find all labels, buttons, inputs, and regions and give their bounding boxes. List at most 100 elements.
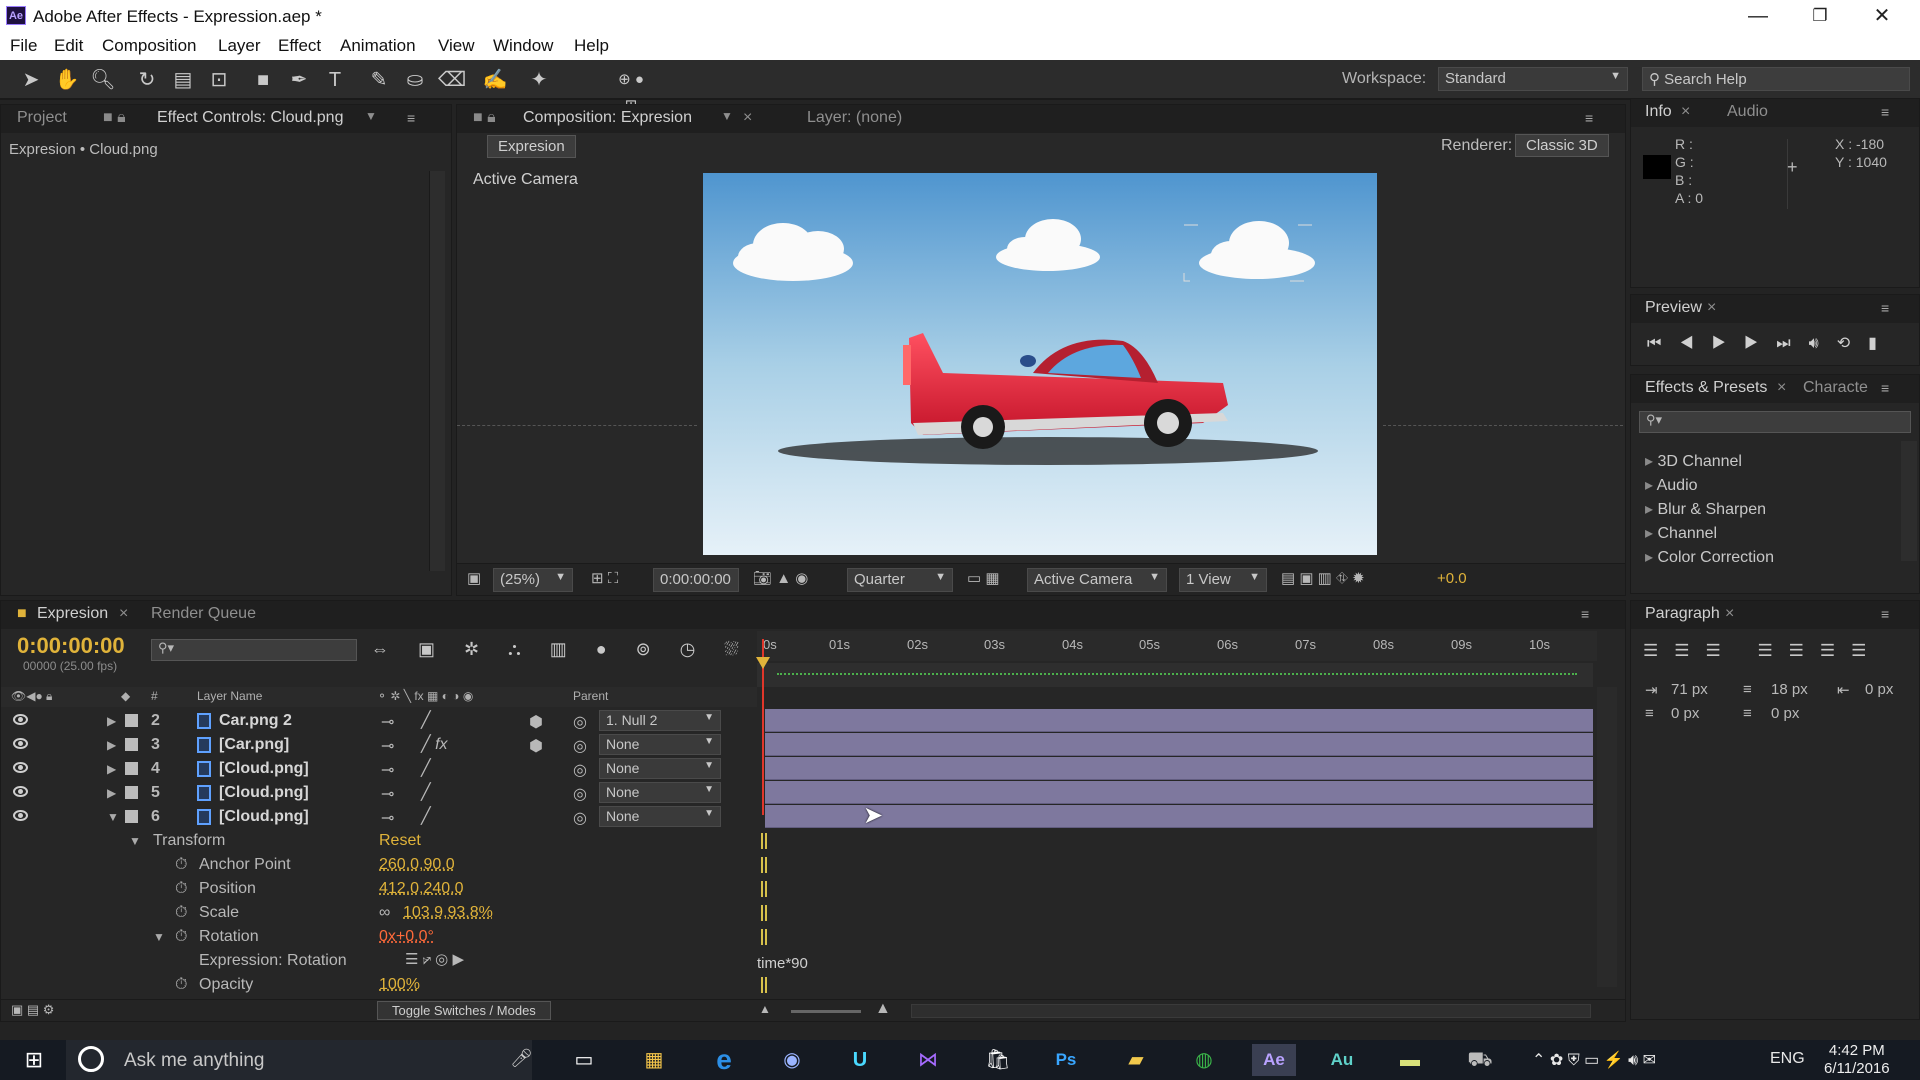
current-time-field[interactable]: 0:00:00:00 — [653, 568, 739, 592]
rotation-tool-icon[interactable]: ↻ — [134, 67, 160, 93]
keyframe-marker[interactable] — [761, 833, 767, 849]
shy-switch-icon[interactable]: ⊸ — [381, 736, 394, 756]
pen-tool-icon[interactable]: ✒ — [286, 67, 312, 93]
minimize-button[interactable]: — — [1728, 2, 1788, 30]
property-value[interactable]: 103.9,93.8% — [403, 904, 493, 922]
edge-browser-icon[interactable]: e — [706, 1044, 742, 1076]
label-color-swatch[interactable] — [125, 714, 138, 727]
exposure-value[interactable]: +0.0 — [1437, 570, 1467, 587]
parent-select[interactable]: 1. Null 2 ▼ — [599, 710, 721, 731]
unreal-engine-icon[interactable]: U — [842, 1044, 878, 1076]
language-indicator[interactable]: ENG — [1770, 1050, 1805, 1068]
toggle-switches-modes-button[interactable]: Toggle Switches / Modes — [377, 1001, 551, 1020]
tab-info[interactable]: Info — [1645, 103, 1672, 121]
layer-duration-bar[interactable] — [765, 757, 1593, 780]
zoom-in-icon[interactable]: ▲ — [875, 1000, 891, 1018]
eye-icon[interactable] — [13, 738, 28, 749]
tab-layer[interactable]: Layer: (none) — [807, 109, 902, 127]
audition-icon[interactable]: Au — [1324, 1044, 1360, 1076]
loop-icon[interactable]: ⟲ — [1837, 335, 1868, 352]
tab-effect-controls[interactable]: Effect Controls: Cloud.png — [157, 109, 343, 127]
eye-icon[interactable] — [13, 786, 28, 797]
visual-studio-icon[interactable]: ⋈ — [910, 1044, 946, 1076]
close-tab-icon[interactable]: × — [1681, 103, 1690, 121]
keyframe-marker[interactable] — [761, 881, 767, 897]
property-row[interactable]: ⏱ Position 412.0,240.0 — [1, 877, 759, 901]
lock-icon[interactable]: ■ 🔒︎ — [473, 109, 496, 127]
property-row[interactable]: ⏱ Anchor Point 260.0,90.0 — [1, 853, 759, 877]
parent-select[interactable]: None ▼ — [599, 806, 721, 827]
region-icon[interactable]: ▣ — [467, 569, 481, 587]
zoom-slider[interactable] — [791, 1010, 861, 1013]
layer-search-input[interactable]: ⚲▾ — [151, 639, 357, 661]
layer-name[interactable]: Car.png 2 — [219, 712, 292, 730]
horizontal-scrollbar[interactable] — [911, 1004, 1591, 1018]
composition-viewer[interactable] — [703, 173, 1377, 555]
calendar-app-icon[interactable]: ▦ — [636, 1044, 672, 1076]
selection-tool-icon[interactable]: ➤ — [18, 67, 44, 93]
menu-file[interactable]: File — [10, 36, 37, 56]
stopwatch-icon[interactable]: ⏱ — [175, 976, 187, 994]
tab-render-queue[interactable]: Render Queue — [151, 605, 256, 623]
keyframe-marker[interactable] — [761, 857, 767, 873]
eye-icon[interactable] — [13, 762, 28, 773]
footer-icons[interactable]: ▣ ▤ ⚙ — [11, 1002, 54, 1018]
photoshop-icon[interactable]: Ps — [1048, 1044, 1084, 1076]
chrome-icon[interactable]: ◍ — [1186, 1044, 1222, 1076]
layer-duration-bar[interactable] — [765, 709, 1593, 732]
chevron-down-icon[interactable]: ▼ — [365, 109, 377, 123]
3d-layer-icon[interactable]: ⬢ — [529, 712, 543, 732]
layer-name[interactable]: [Car.png] — [219, 736, 289, 754]
roto-brush-tool-icon[interactable]: ✍ — [482, 67, 508, 93]
3d-layer-icon[interactable]: ⬢ — [529, 736, 543, 756]
layer-duration-bar[interactable] — [765, 733, 1593, 756]
space-before-value[interactable]: 0 px — [1671, 705, 1699, 722]
effect-category[interactable]: Blur & Sharpen — [1645, 499, 1766, 519]
pickwhip-icon[interactable]: ◎ — [573, 808, 587, 828]
timeline-switches[interactable]: ⇔ ▣ ✲ ⛬ ▥ ● ⊚ ◷ ⛆ — [371, 639, 751, 660]
shy-switch-icon[interactable]: ⊸ — [381, 712, 394, 732]
stopwatch-icon[interactable]: ⏱ — [175, 856, 187, 874]
collapse-triangle-icon[interactable]: ▼ — [107, 810, 119, 824]
close-tab-icon[interactable]: × — [1725, 605, 1734, 623]
prev-frame-icon[interactable]: ◀ — [1679, 335, 1711, 352]
property-row[interactable]: ⏱ Scale ∞ 103.9,93.8% — [1, 901, 759, 925]
last-frame-icon[interactable]: ⏭ — [1776, 335, 1808, 352]
layer-duration-bar[interactable] — [765, 805, 1593, 828]
property-value[interactable]: 100% — [379, 976, 420, 994]
space-after-value[interactable]: 0 px — [1771, 705, 1799, 722]
label-color-swatch[interactable] — [125, 786, 138, 799]
time-ruler[interactable]: 0s 01s 02s 03s 04s 05s 06s 07s 08s 09s 1… — [757, 631, 1597, 661]
tab-character[interactable]: Characte — [1803, 379, 1868, 397]
tab-paragraph[interactable]: Paragraph — [1645, 605, 1720, 623]
indent-first-value[interactable]: 18 px — [1771, 681, 1808, 698]
clone-stamp-tool-icon[interactable]: ⛀ — [402, 67, 428, 93]
quality-switch-icon[interactable]: ╱ fx — [421, 734, 448, 754]
reset-link[interactable]: Reset — [379, 832, 421, 850]
expand-triangle-icon[interactable]: ▶ — [107, 762, 116, 776]
keyframe-marker[interactable] — [761, 977, 767, 993]
pickwhip-icon[interactable]: ◎ — [573, 760, 587, 780]
hand-tool-icon[interactable]: ✋ — [54, 67, 80, 93]
pan-behind-tool-icon[interactable]: ⊡ — [206, 67, 232, 93]
menu-animation[interactable]: Animation — [340, 36, 416, 56]
transparency-grid-icon[interactable]: ▭ ▦ — [967, 569, 1000, 587]
zoom-out-icon[interactable]: ▲ — [759, 1002, 771, 1016]
collapse-triangle-icon[interactable]: ▼ — [153, 930, 165, 944]
workspace-select[interactable]: Standard ▼ — [1438, 67, 1628, 91]
property-value[interactable]: 412.0,240.0 — [379, 880, 464, 898]
ram-preview-icon[interactable]: ▮ — [1868, 335, 1895, 352]
type-tool-icon[interactable]: T — [322, 67, 348, 93]
tab-composition[interactable]: Composition: Expresion — [523, 109, 692, 127]
views-select[interactable]: 1 View ▼ — [1179, 568, 1267, 592]
layer-name[interactable]: [Cloud.png] — [219, 760, 309, 778]
quality-switch-icon[interactable]: ╱ — [421, 758, 431, 778]
current-timecode[interactable]: 0:00:00:00 — [17, 633, 125, 659]
menu-composition[interactable]: Composition — [102, 36, 197, 56]
axis-mode-icon[interactable]: ⊕ ● ⊞ — [618, 67, 644, 114]
parent-select[interactable]: None ▼ — [599, 758, 721, 779]
expand-triangle-icon[interactable]: ▶ — [107, 738, 116, 752]
cortana-search-box[interactable]: Ask me anything 🎤︎ — [66, 1040, 533, 1080]
effect-category[interactable]: Audio — [1645, 475, 1698, 495]
menu-view[interactable]: View — [438, 36, 475, 56]
